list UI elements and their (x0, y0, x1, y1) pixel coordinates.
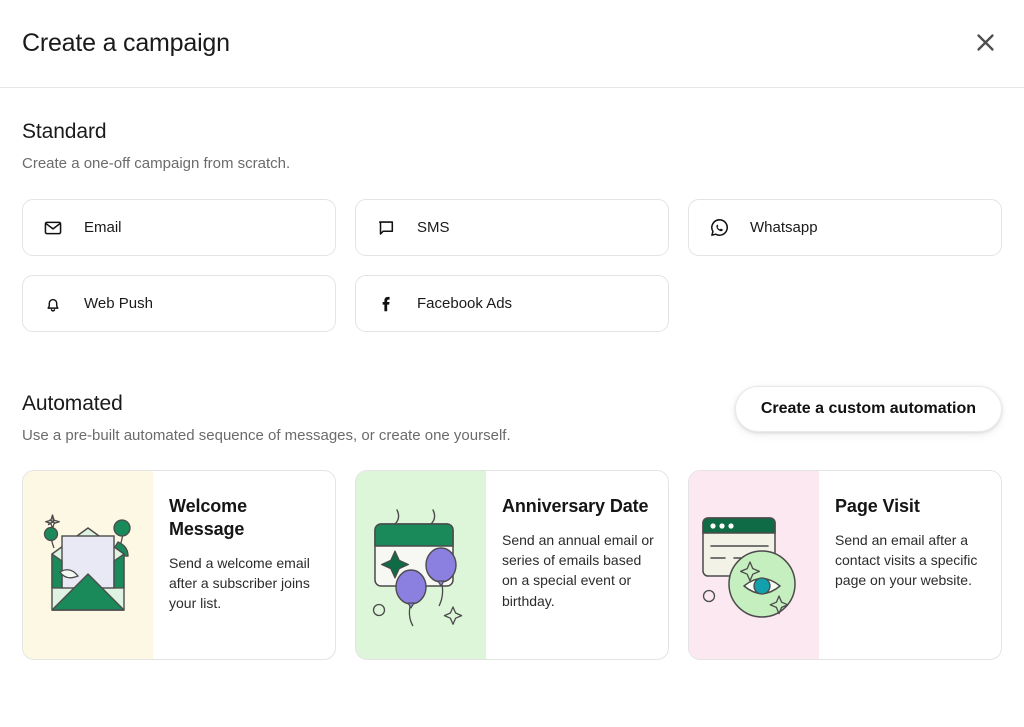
channel-card-whatsapp[interactable]: Whatsapp (688, 199, 1002, 256)
automated-section-title: Automated (22, 392, 123, 415)
automation-grid: Welcome Message Send a welcome email aft… (22, 470, 1002, 660)
automated-header-row: Automated Use a pre-built automated sequ… (22, 386, 1002, 444)
close-icon (976, 33, 995, 55)
channel-grid: Email SMS Whatsapp Web Push Facebook Ads (22, 199, 1002, 332)
automation-card-text: Anniversary Date Send an annual email or… (486, 471, 668, 659)
channel-label: Facebook Ads (417, 295, 513, 312)
envelope-icon (43, 218, 63, 238)
automation-card-text: Welcome Message Send a welcome email aft… (153, 471, 335, 659)
facebook-icon (376, 294, 396, 314)
create-custom-automation-button[interactable]: Create a custom automation (734, 386, 1002, 432)
automation-card-title: Page Visit (835, 496, 920, 516)
browser-eye-illustration (689, 471, 819, 659)
whatsapp-icon (709, 218, 729, 238)
automation-card-text: Page Visit Send an email after a contact… (819, 471, 1001, 659)
channel-card-email[interactable]: Email (22, 199, 336, 256)
channel-label: Web Push (84, 295, 153, 312)
channel-card-sms[interactable]: SMS (355, 199, 669, 256)
bell-icon (43, 294, 63, 314)
channel-card-facebook-ads[interactable]: Facebook Ads (355, 275, 669, 332)
automation-card-title: Anniversary Date (502, 496, 649, 516)
automation-card-description: Send an email after a contact visits a s… (835, 531, 978, 589)
chat-bubble-icon (376, 218, 396, 238)
channel-card-web-push[interactable]: Web Push (22, 275, 336, 332)
standard-section: Standard Create a one-off campaign from … (0, 88, 1024, 332)
modal-header: Create a campaign (0, 0, 1024, 88)
automation-card-anniversary-date[interactable]: Anniversary Date Send an annual email or… (355, 470, 669, 660)
automated-section-subtitle: Use a pre-built automated sequence of me… (22, 427, 511, 444)
automation-card-page-visit[interactable]: Page Visit Send an email after a contact… (688, 470, 1002, 660)
channel-label: Email (84, 219, 122, 236)
channel-label: SMS (417, 219, 450, 236)
automation-card-title: Welcome Message (169, 496, 247, 539)
standard-section-title: Standard (22, 120, 107, 143)
calendar-balloons-illustration (356, 471, 486, 659)
automation-card-description: Send a welcome email after a subscriber … (169, 554, 310, 612)
close-button[interactable] (968, 27, 1002, 61)
envelope-illustration (23, 471, 153, 659)
automation-card-description: Send an annual email or series of emails… (502, 531, 654, 609)
automated-section: Automated Use a pre-built automated sequ… (0, 332, 1024, 660)
automation-card-welcome-message[interactable]: Welcome Message Send a welcome email aft… (22, 470, 336, 660)
channel-label: Whatsapp (750, 219, 818, 236)
page-title: Create a campaign (22, 29, 230, 57)
standard-section-subtitle: Create a one-off campaign from scratch. (22, 155, 291, 172)
